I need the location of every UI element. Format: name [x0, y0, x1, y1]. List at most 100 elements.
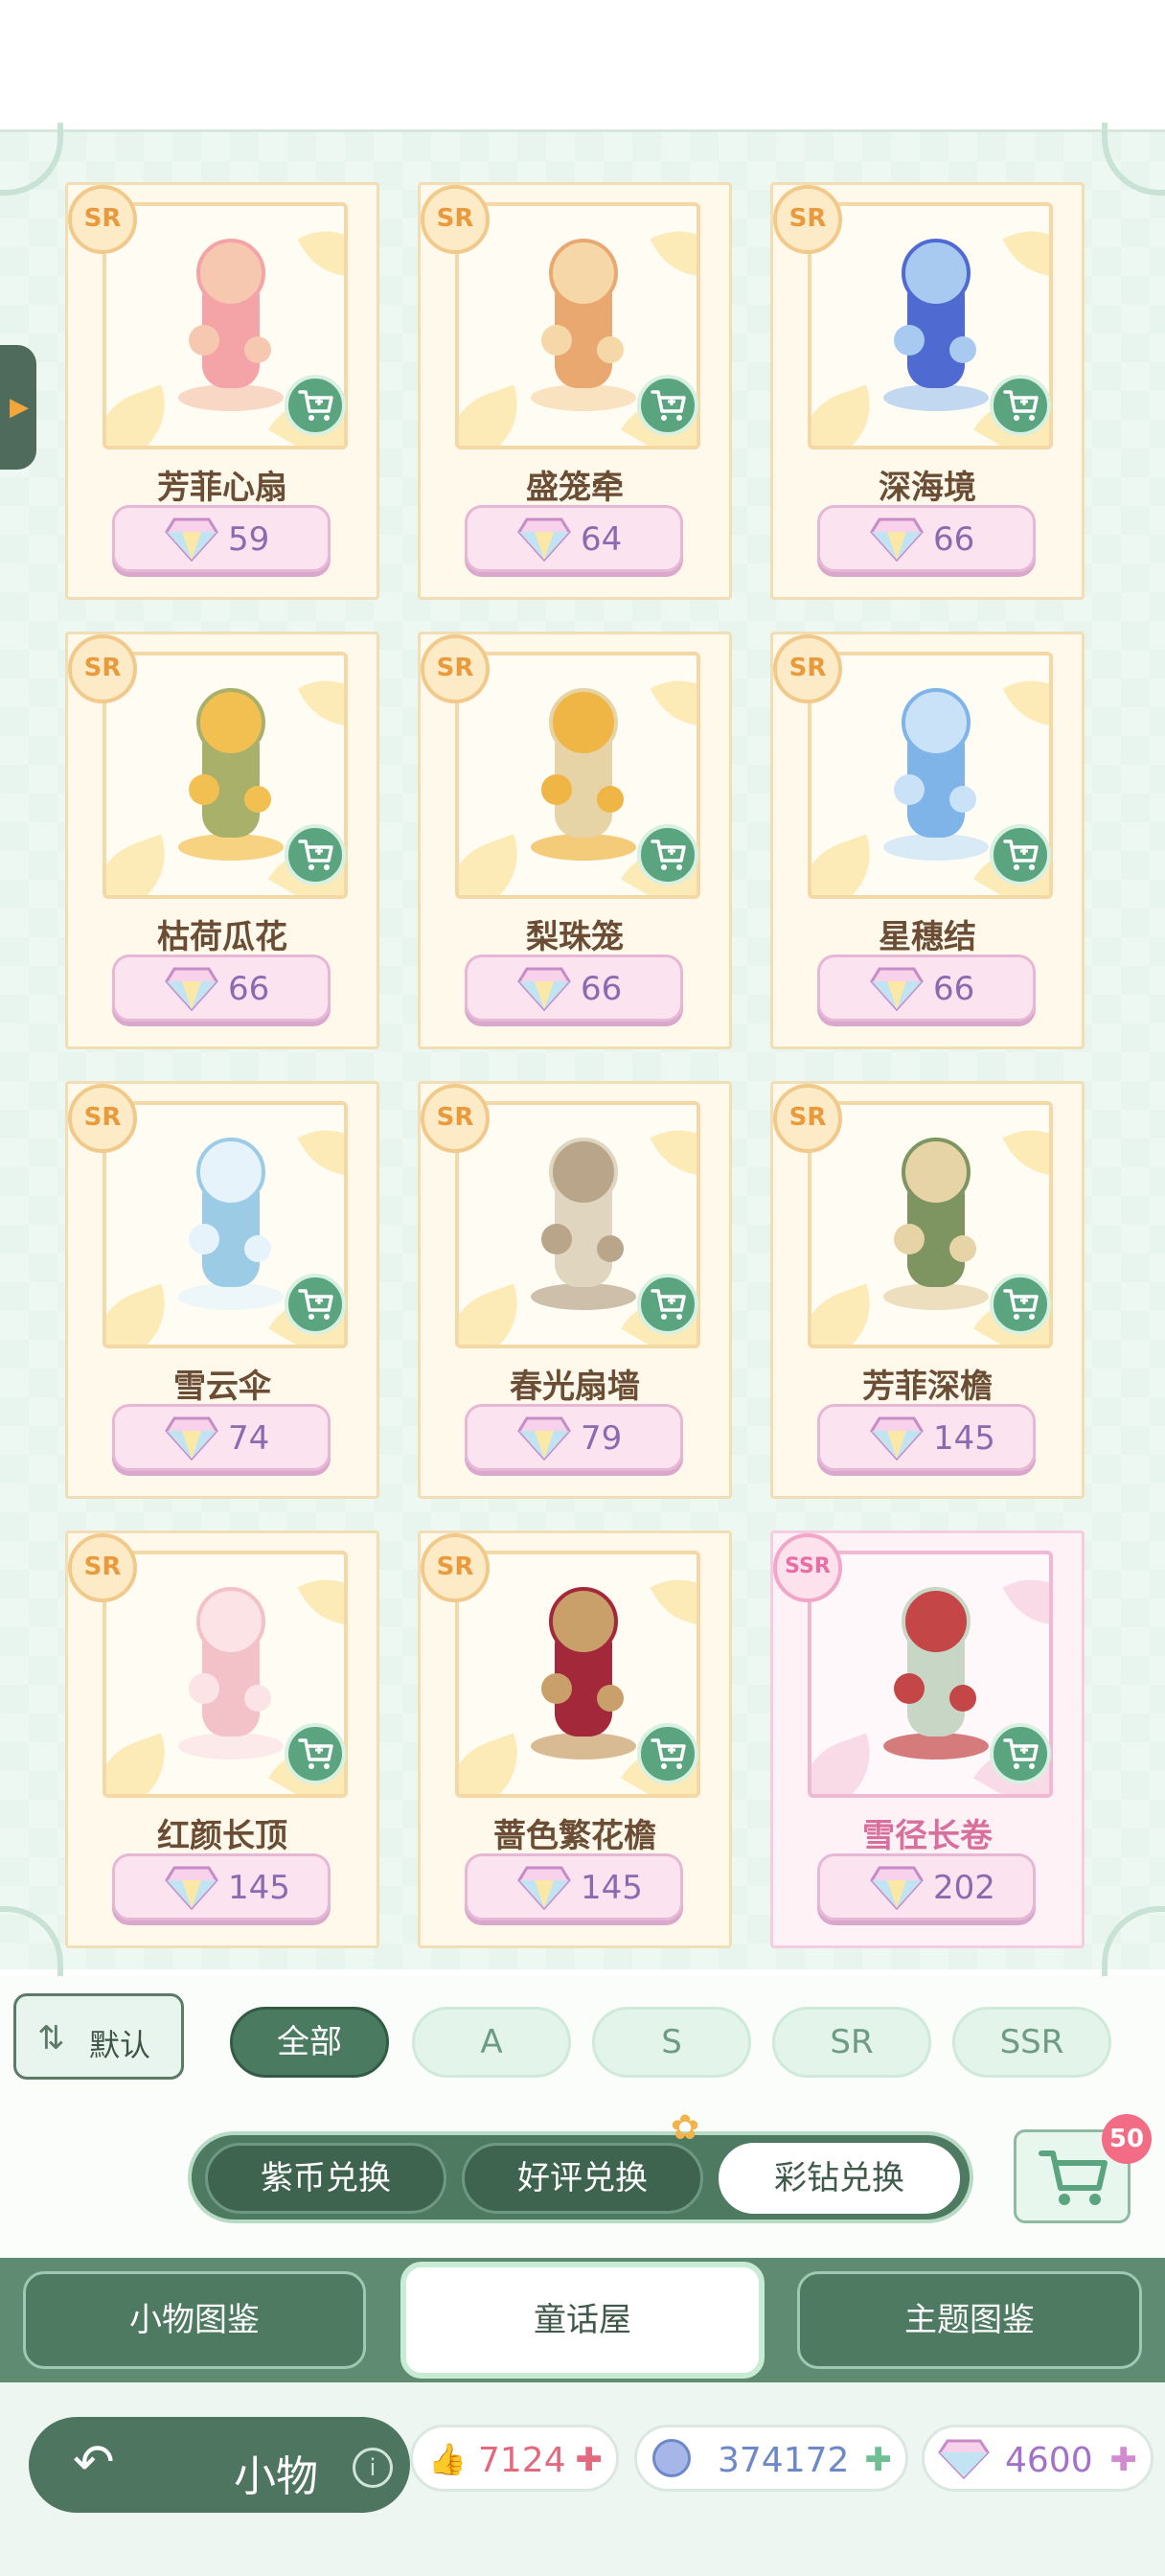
- rarity-badge: SR: [68, 634, 137, 703]
- rarity-badge: SR: [421, 1084, 490, 1153]
- add-to-cart-button[interactable]: [285, 1274, 346, 1335]
- add-to-cart-button[interactable]: [990, 375, 1051, 436]
- tab-item-catalog[interactable]: 小物图鉴: [23, 2271, 366, 2369]
- item-card[interactable]: SR 深海境 66: [770, 182, 1085, 600]
- item-card[interactable]: SSR 雪径长卷 202: [770, 1530, 1085, 1948]
- purple-coin-value: 374172: [718, 2441, 850, 2480]
- item-card[interactable]: SR 枯荷瓜花 66: [65, 632, 379, 1049]
- add-to-cart-button[interactable]: [990, 1274, 1051, 1335]
- price-value: 145: [581, 1869, 643, 1907]
- back-arrow-icon[interactable]: ↶: [73, 2434, 115, 2492]
- sort-button[interactable]: ⇅ 默认: [13, 1993, 184, 2080]
- diamond-icon: [517, 518, 571, 562]
- price-button[interactable]: 145: [112, 1853, 331, 1920]
- flower-ornament-icon: ✿: [671, 2108, 700, 2148]
- add-to-cart-button[interactable]: [285, 824, 346, 886]
- filter-chip-all[interactable]: 全部: [230, 2007, 389, 2078]
- diamond-icon: [165, 1416, 218, 1460]
- item-card[interactable]: SR 雪云伞 74: [65, 1081, 379, 1499]
- item-card[interactable]: SR 芳菲深檐 145: [770, 1081, 1085, 1499]
- diamond-icon: [165, 1866, 218, 1910]
- add-to-cart-button[interactable]: [637, 1723, 698, 1784]
- price-value: 66: [581, 970, 623, 1008]
- add-coin-icon[interactable]: ✚: [865, 2441, 893, 2479]
- item-illustration: [883, 239, 989, 411]
- add-to-cart-button[interactable]: [990, 1723, 1051, 1784]
- price-button[interactable]: 145: [465, 1853, 683, 1920]
- side-drawer-toggle[interactable]: ▶: [0, 345, 36, 470]
- ginkgo-leaf-decoration: [1002, 1109, 1049, 1197]
- price-button[interactable]: 66: [465, 954, 683, 1022]
- ginkgo-leaf-decoration: [1002, 659, 1049, 748]
- cart-icon: [651, 840, 686, 870]
- cart-icon: [651, 1738, 686, 1769]
- item-name: 梨珠笼: [526, 918, 624, 956]
- add-diamond-icon[interactable]: ✚: [1110, 2441, 1138, 2479]
- filter-chip-s[interactable]: S: [592, 2007, 751, 2078]
- diamond-value: 4600: [1005, 2441, 1093, 2480]
- price-value: 66: [933, 520, 975, 559]
- price-button[interactable]: 145: [817, 1404, 1036, 1471]
- item-card[interactable]: SR 蔷色繁花檐 145: [418, 1530, 732, 1948]
- price-value: 66: [933, 970, 975, 1008]
- arrow-right-icon: ▶: [10, 393, 29, 422]
- info-icon[interactable]: i: [353, 2448, 393, 2488]
- cart-icon: [1003, 1289, 1039, 1320]
- item-name: 盛笼牵: [526, 469, 624, 507]
- price-button[interactable]: 66: [817, 954, 1036, 1022]
- item-card[interactable]: SR 星穗结 66: [770, 632, 1085, 1049]
- item-card[interactable]: SR 梨珠笼 66: [418, 632, 732, 1049]
- cart-icon: [298, 390, 333, 421]
- cart-icon: [298, 1289, 333, 1320]
- price-button[interactable]: 74: [112, 1404, 331, 1471]
- page-title: 小物: [234, 2452, 318, 2501]
- item-name: 芳菲深檐: [862, 1368, 993, 1406]
- filter-bar: ⇅ 默认 全部 A S SR SSR: [0, 1976, 1165, 2109]
- add-to-cart-button[interactable]: [637, 1274, 698, 1335]
- add-to-cart-button[interactable]: [990, 824, 1051, 886]
- filter-chip-a[interactable]: A: [412, 2007, 571, 2078]
- tab-diamond-exchange[interactable]: 彩钻兑换: [719, 2143, 960, 2214]
- tab-theme-catalog[interactable]: 主题图鉴: [797, 2271, 1142, 2369]
- item-card[interactable]: SR 盛笼牵 64: [418, 182, 732, 600]
- item-illustration: [531, 688, 636, 861]
- tab-rating-exchange[interactable]: 好评兑换: [462, 2143, 703, 2214]
- item-card[interactable]: SR 春光扇墙 79: [418, 1081, 732, 1499]
- filter-chip-ssr[interactable]: SSR: [952, 2007, 1111, 2078]
- item-card[interactable]: SR 芳菲心扇 59: [65, 182, 379, 600]
- resource-diamond: 4600 ✚: [922, 2425, 1154, 2492]
- exchange-bar: 紫币兑换 好评兑换 彩钻兑换: [0, 2106, 1165, 2260]
- tab-fairy-house[interactable]: 童话屋: [400, 2262, 765, 2379]
- price-button[interactable]: 66: [112, 954, 331, 1022]
- item-illustration: [531, 1587, 636, 1760]
- add-to-cart-button[interactable]: [285, 1723, 346, 1784]
- price-button[interactable]: 79: [465, 1404, 683, 1471]
- ginkgo-leaf-decoration: [1002, 210, 1049, 298]
- ginkgo-leaf-decoration: [297, 1109, 344, 1197]
- price-button[interactable]: 66: [817, 505, 1036, 572]
- item-name: 深海境: [879, 469, 976, 507]
- resource-likes: 👍 7124 ✚: [410, 2425, 619, 2492]
- tab-purple-coin-exchange[interactable]: 紫币兑换: [205, 2143, 446, 2214]
- add-to-cart-button[interactable]: [637, 824, 698, 886]
- cart-icon: [651, 1289, 686, 1320]
- item-illustration: [178, 688, 284, 861]
- price-button[interactable]: 64: [465, 505, 683, 572]
- item-illustration: [883, 688, 989, 861]
- diamond-icon: [870, 518, 924, 562]
- ginkgo-leaf-decoration: [650, 1109, 697, 1197]
- add-to-cart-button[interactable]: [637, 375, 698, 436]
- diamond-icon: [870, 1416, 924, 1460]
- ginkgo-leaf-decoration: [297, 210, 344, 298]
- item-illustration: [531, 239, 636, 411]
- price-value: 145: [228, 1869, 290, 1907]
- item-grid: SR 芳菲心扇 59 SR 盛笼牵 64 SR 深海境 66 SR 枯荷瓜花 6…: [65, 182, 1085, 1955]
- filter-chip-sr[interactable]: SR: [772, 2007, 931, 2078]
- rarity-badge: SR: [421, 634, 490, 703]
- add-likes-icon[interactable]: ✚: [576, 2441, 604, 2479]
- item-card[interactable]: SR 红颜长顶 145: [65, 1530, 379, 1948]
- cart-icon: [651, 390, 686, 421]
- price-button[interactable]: 59: [112, 505, 331, 572]
- price-button[interactable]: 202: [817, 1853, 1036, 1920]
- add-to-cart-button[interactable]: [285, 375, 346, 436]
